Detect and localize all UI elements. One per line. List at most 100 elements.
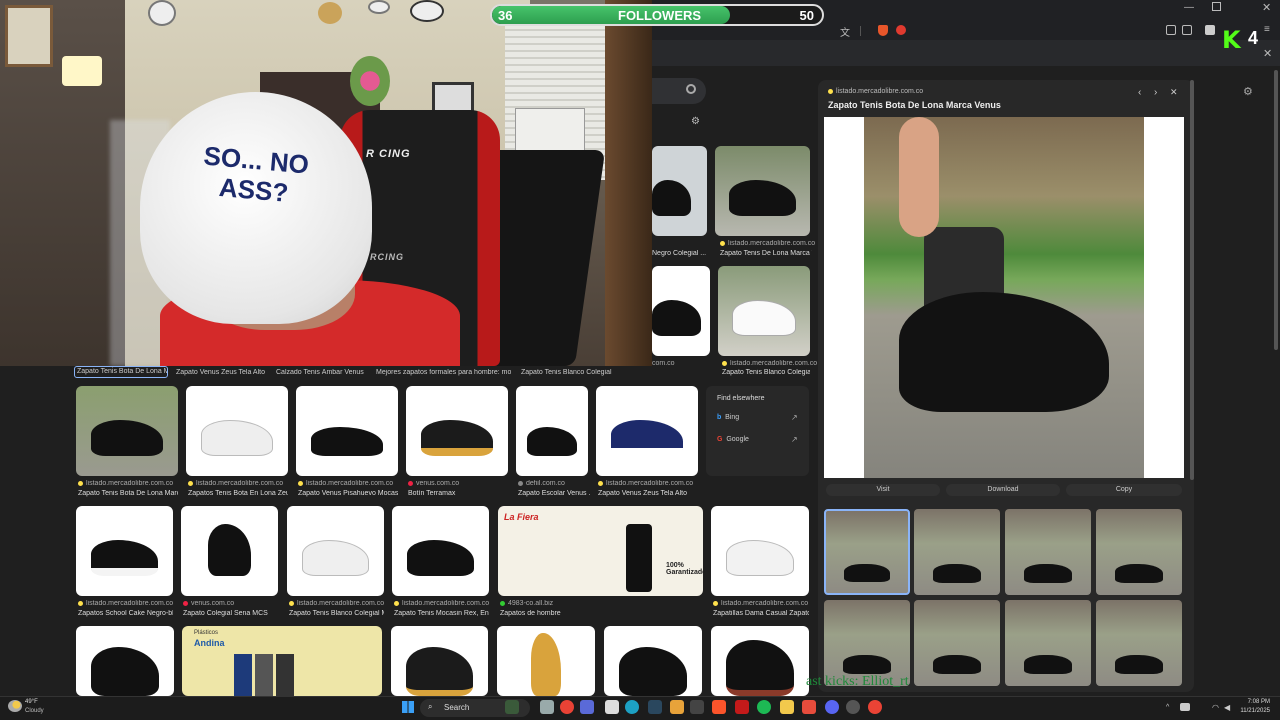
result-title-selected[interactable]: Zapato Tenis Bota De Lona M...	[74, 366, 168, 378]
related-thumb[interactable]	[1096, 600, 1182, 686]
app-icon[interactable]	[605, 700, 619, 714]
result-title[interactable]: Zapato Venus Pisahuevo Mocasin	[298, 490, 398, 497]
result-title[interactable]: Zapato Venus Zeus Tela Alto	[176, 369, 271, 376]
file-explorer-icon[interactable]	[780, 700, 794, 714]
result-title[interactable]: Zapato Escolar Venus ...	[518, 490, 590, 497]
clock-time[interactable]: 7:08 PM	[1242, 699, 1270, 705]
chrome-icon[interactable]	[560, 700, 574, 714]
menu-icon[interactable]: ≡	[1264, 24, 1270, 35]
result-thumb[interactable]	[76, 506, 173, 596]
page-scrollbar[interactable]	[1274, 70, 1278, 350]
task-view-icon[interactable]	[540, 700, 554, 714]
result-title[interactable]: Zapato Venus Zeus Tela Alto	[598, 490, 698, 497]
sidebar-icon[interactable]	[1182, 25, 1192, 35]
steam-icon[interactable]	[648, 700, 662, 714]
result-title[interactable]: Zapato Tenis Blanco Colegial Marc...	[722, 369, 810, 376]
volume-icon[interactable]: ◀	[1224, 703, 1230, 712]
open-external-icon[interactable]: ↗	[791, 435, 798, 444]
close-window-icon[interactable]: ✕	[1262, 1, 1271, 14]
result-thumb[interactable]	[186, 386, 288, 476]
result-thumb[interactable]	[711, 506, 809, 596]
chrome-icon-2[interactable]	[868, 700, 882, 714]
result-title[interactable]: Zapato Tenis Blanco Colegial ...	[521, 369, 613, 376]
settings-gear-icon[interactable]: ⚙	[1243, 85, 1253, 98]
search-icon[interactable]	[686, 84, 696, 94]
taskbar-widget-icon[interactable]	[505, 700, 519, 714]
result-title[interactable]: Zapatillas Dama Casual Zapato...	[713, 610, 809, 617]
result-thumb[interactable]	[76, 386, 178, 476]
next-icon[interactable]: ›	[1154, 87, 1157, 98]
rewards-icon[interactable]	[896, 25, 906, 35]
result-title[interactable]: Zapatos School Cake Negro-bl...	[78, 610, 173, 617]
discord-icon[interactable]	[825, 700, 839, 714]
copy-button[interactable]: Copy	[1066, 484, 1182, 496]
result-thumb[interactable]	[406, 386, 508, 476]
tray-app-icon[interactable]	[1180, 703, 1190, 711]
result-title[interactable]: Zapato Tenis Bota De Lona Marc...	[78, 490, 178, 497]
result-thumb[interactable]	[391, 626, 488, 696]
related-thumb[interactable]	[914, 509, 1000, 595]
app-icon-5[interactable]	[802, 700, 816, 714]
result-title[interactable]: Zapatos de hombre	[500, 610, 610, 617]
weather-temp[interactable]: 49°F	[25, 699, 38, 705]
translate-icon[interactable]: 文	[840, 24, 850, 39]
related-thumb[interactable]	[1096, 509, 1182, 595]
related-thumb[interactable]	[1005, 600, 1091, 686]
result-thumb[interactable]	[652, 266, 710, 356]
weather-desc[interactable]: Cloudy	[25, 708, 44, 714]
app-icon-4[interactable]	[735, 700, 749, 714]
app-icon-3[interactable]	[690, 700, 704, 714]
prev-icon[interactable]: ‹	[1138, 87, 1141, 98]
result-title[interactable]: Botín Terramax	[408, 490, 508, 497]
obs-icon[interactable]	[846, 700, 860, 714]
result-thumb-ad[interactable]: Plásticos Andina	[182, 626, 382, 696]
open-external-icon[interactable]: ↗	[791, 413, 798, 422]
preview-title[interactable]: Zapato Tenis Bota De Lona Marca Venus	[828, 100, 1001, 110]
google-link[interactable]: G Google	[717, 436, 749, 443]
result-title[interactable]: Zapatos Tenis Bota En Lona Zeus...	[188, 490, 288, 497]
minimize-icon[interactable]: —	[1184, 2, 1194, 13]
result-thumb[interactable]	[596, 386, 698, 476]
windows-start-icon[interactable]	[402, 701, 414, 713]
wifi-icon[interactable]: ◠	[1212, 703, 1219, 712]
result-title[interactable]: Zapato Tenis Blanco Colegial M...	[289, 610, 384, 617]
filter-icon[interactable]: ⚙	[691, 116, 700, 127]
result-title[interactable]: Calzado Tenis Ámbar Venus	[276, 369, 371, 376]
result-title[interactable]: Negro Colegial ...	[652, 250, 707, 257]
clock-date[interactable]: 11/21/2025	[1238, 708, 1270, 714]
brave-shield-icon[interactable]	[878, 25, 888, 36]
related-thumb[interactable]	[914, 600, 1000, 686]
result-thumb[interactable]	[718, 266, 810, 356]
weather-icon[interactable]	[8, 700, 22, 712]
result-thumb[interactable]	[652, 146, 707, 236]
bing-link[interactable]: b Bing	[717, 414, 739, 421]
result-title[interactable]: Zapato Tenis De Lona Marca V...	[720, 250, 812, 257]
extensions-icon[interactable]	[1166, 25, 1176, 35]
result-thumb[interactable]	[76, 626, 174, 696]
close-panel-icon[interactable]: ✕	[1170, 87, 1178, 98]
result-thumb-ad[interactable]: La Fiera 100% Garantizados	[498, 506, 703, 596]
result-thumb[interactable]	[604, 626, 702, 696]
result-thumb[interactable]	[711, 626, 809, 696]
wallet-icon[interactable]	[1205, 25, 1215, 35]
related-thumb[interactable]	[1005, 509, 1091, 595]
result-title[interactable]: Zapato Colegial Sena MCS	[183, 610, 278, 617]
spotify-icon[interactable]	[757, 700, 771, 714]
result-thumb[interactable]	[287, 506, 384, 596]
result-thumb[interactable]	[497, 626, 595, 696]
panel-scrollbar[interactable]	[1190, 80, 1194, 480]
result-thumb[interactable]	[181, 506, 278, 596]
result-title[interactable]: Mejores zapatos formales para hombre: mo…	[376, 369, 511, 376]
tray-chevron-icon[interactable]: ^	[1166, 704, 1169, 711]
close-tab-icon[interactable]: ✕	[1263, 47, 1272, 60]
edge-icon[interactable]	[625, 700, 639, 714]
preview-image[interactable]	[864, 117, 1144, 478]
brave-icon[interactable]	[712, 700, 726, 714]
result-thumb[interactable]	[516, 386, 588, 476]
result-title[interactable]: Zapato Tenis Mocasin Rex, En T...	[394, 610, 489, 617]
copilot-icon[interactable]	[580, 700, 594, 714]
related-thumb-selected[interactable]	[824, 509, 910, 595]
result-thumb[interactable]	[296, 386, 398, 476]
result-thumb[interactable]	[392, 506, 489, 596]
visit-button[interactable]: Visit	[826, 484, 940, 496]
